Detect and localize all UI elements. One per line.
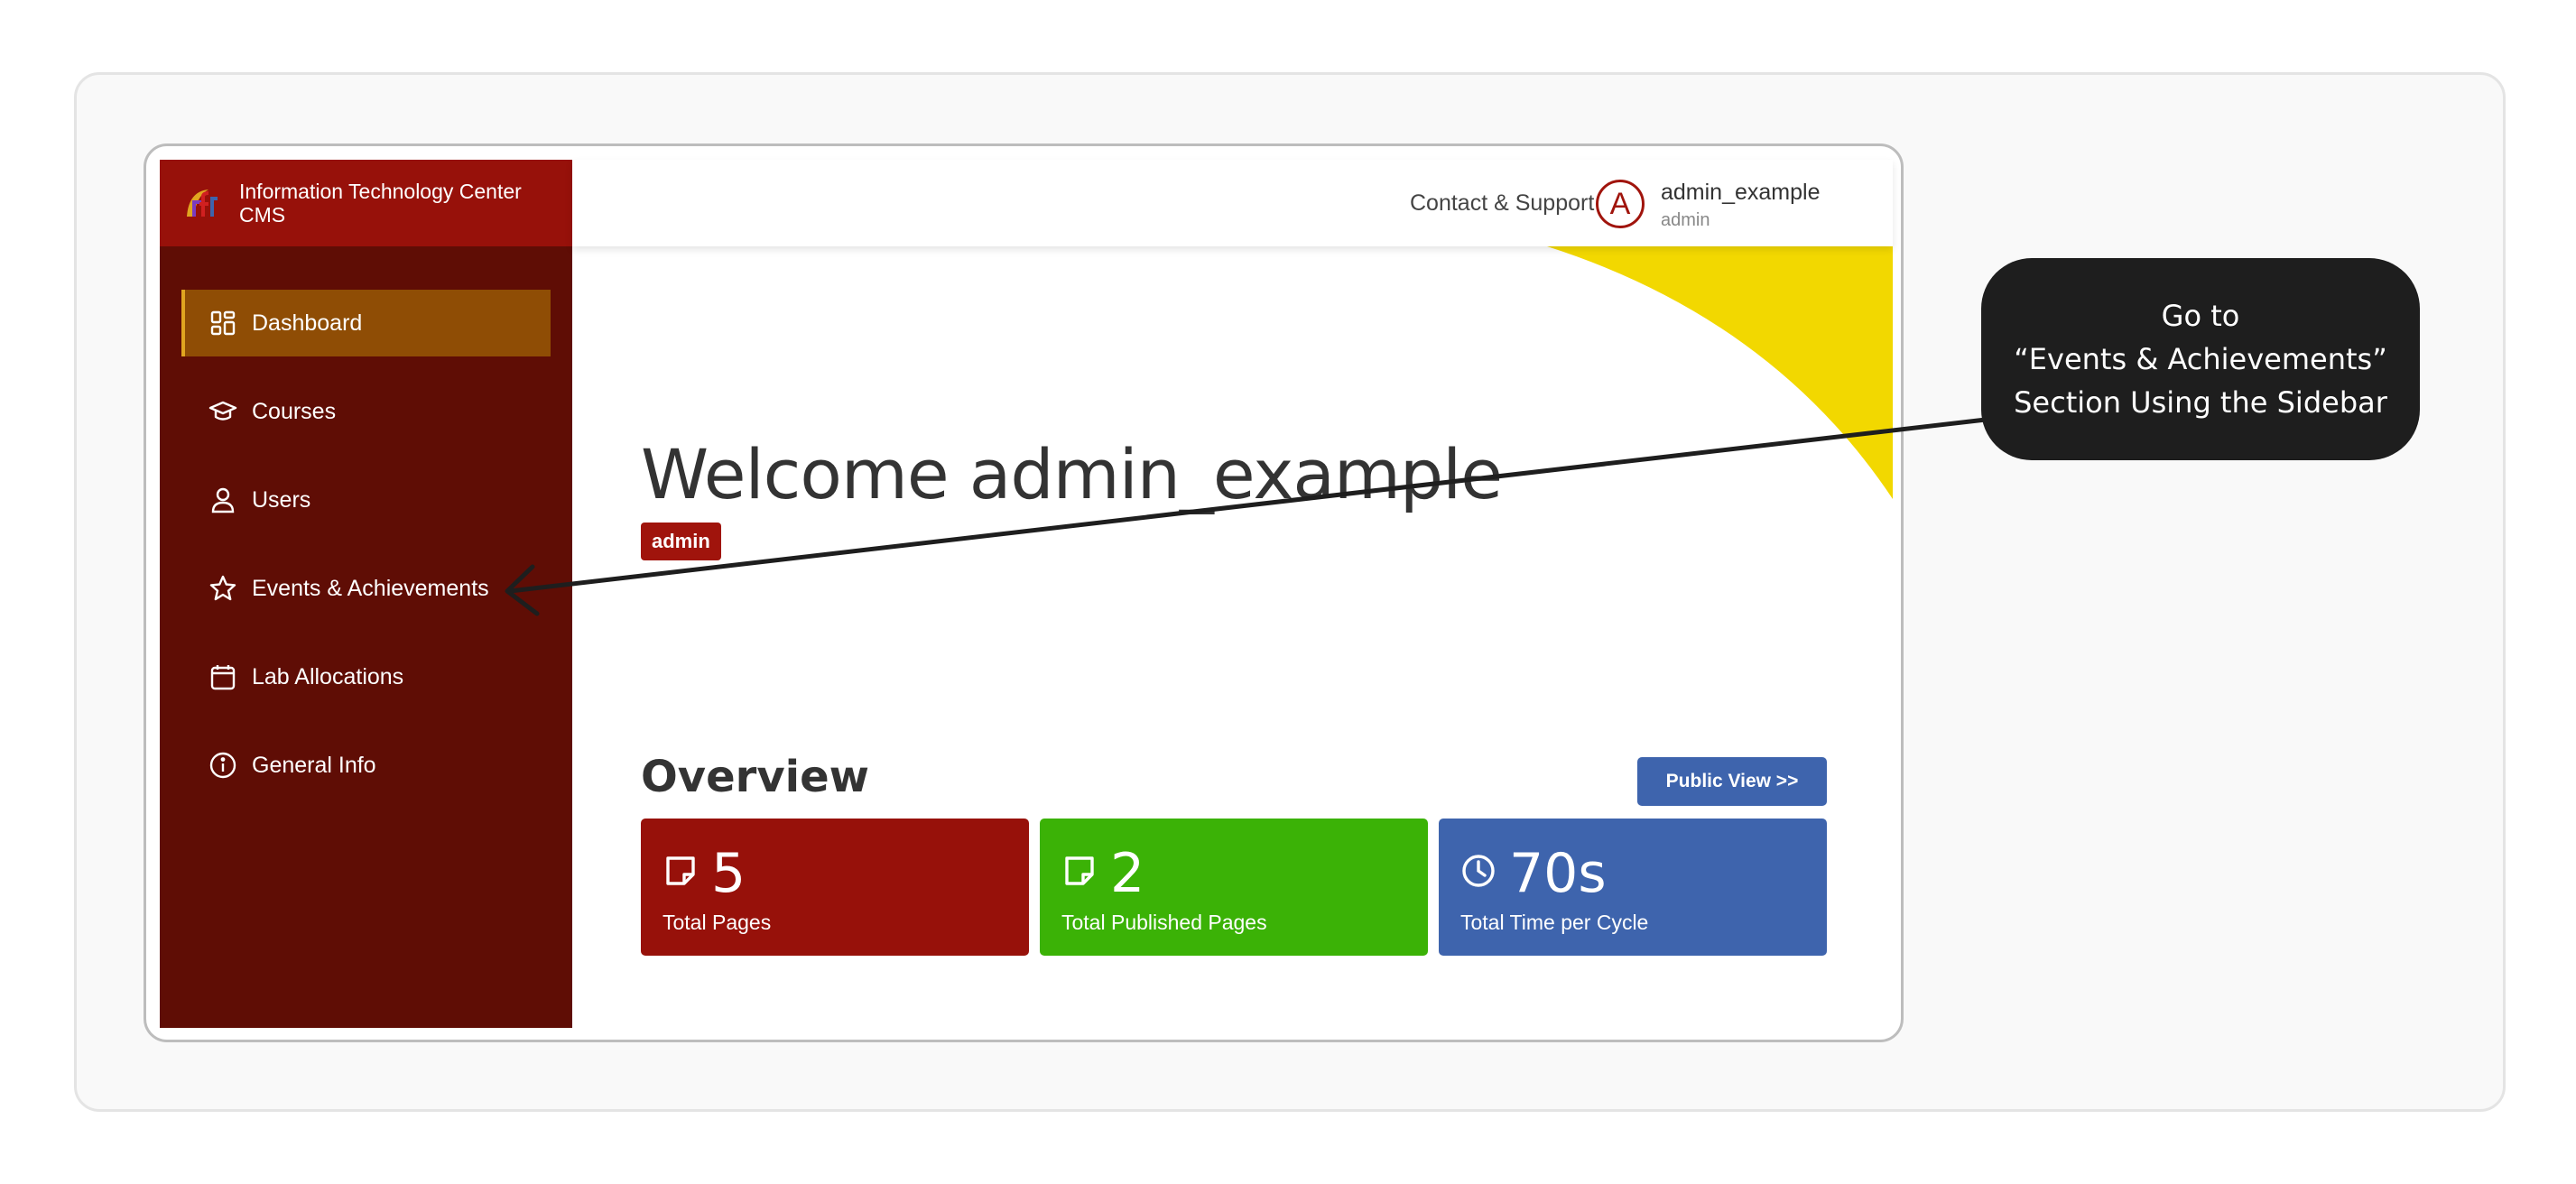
- avatar[interactable]: A: [1596, 180, 1645, 228]
- instruction-callout: Go to “Events & Achievements” Section Us…: [1981, 258, 2420, 460]
- sidebar-item-label: Users: [252, 486, 311, 513]
- sidebar-item-dashboard[interactable]: Dashboard: [181, 290, 551, 356]
- star-icon: [208, 574, 237, 603]
- brand-name: Information Technology Center CMS: [239, 180, 522, 227]
- clock-icon: [1460, 853, 1496, 889]
- user-role: admin: [1661, 210, 1710, 230]
- sidebar-item-label: Events & Achievements: [252, 575, 489, 601]
- dashboard-main: Welcome admin_example admin Overview Pub…: [572, 246, 1893, 1028]
- sidebar-item-label: Lab Allocations: [252, 663, 404, 689]
- stat-value: 70s: [1509, 842, 1607, 905]
- stat-card-total-pages: 5 Total Pages: [641, 819, 1029, 956]
- sidebar-item-lab-allocations[interactable]: Lab Allocations: [181, 643, 551, 710]
- stat-value: 2: [1110, 842, 1145, 905]
- sidebar-item-users[interactable]: Users: [181, 467, 551, 533]
- note-icon: [1061, 853, 1098, 889]
- sidebar-item-label: Courses: [252, 398, 337, 424]
- app-window: Information Technology Center CMS Dashbo…: [144, 143, 1904, 1042]
- info-circle-icon: [208, 751, 237, 780]
- overview-title: Overview: [641, 752, 869, 802]
- role-badge: admin: [641, 523, 721, 560]
- sidebar: Information Technology Center CMS Dashbo…: [160, 160, 572, 1028]
- sidebar-nav: Dashboard Courses Users Events & Achieve…: [160, 246, 572, 799]
- dashboard-grid-icon: [208, 309, 237, 338]
- sidebar-item-events-achievements[interactable]: Events & Achievements: [181, 555, 551, 622]
- user-name[interactable]: admin_example: [1661, 180, 1821, 206]
- public-view-button[interactable]: Public View >>: [1637, 757, 1827, 806]
- welcome-heading: Welcome admin_example: [641, 434, 1503, 514]
- stat-card-published-pages: 2 Total Published Pages: [1040, 819, 1428, 956]
- stat-label: Total Published Pages: [1061, 911, 1267, 934]
- top-header: Contact & Support A admin_example admin: [572, 160, 1893, 246]
- sidebar-item-general-info[interactable]: General Info: [181, 732, 551, 799]
- stat-label: Total Time per Cycle: [1460, 911, 1649, 934]
- user-icon: [208, 486, 237, 514]
- stat-value: 5: [711, 842, 746, 905]
- note-icon: [663, 853, 699, 889]
- graduation-cap-icon: [208, 397, 237, 426]
- sidebar-item-label: Dashboard: [252, 310, 363, 336]
- stat-card-time-per-cycle: 70s Total Time per Cycle: [1439, 819, 1827, 956]
- callout-line: “Events & Achievements”: [2014, 342, 2387, 376]
- brand-header[interactable]: Information Technology Center CMS: [160, 160, 572, 246]
- sidebar-item-label: General Info: [252, 752, 376, 778]
- stat-label: Total Pages: [663, 911, 772, 934]
- sidebar-item-courses[interactable]: Courses: [181, 378, 551, 445]
- decorative-yellow-shape: [1547, 246, 1893, 499]
- itc-logo-icon: [187, 190, 218, 217]
- contact-support-link[interactable]: Contact & Support: [1410, 190, 1594, 217]
- callout-line: Section Using the Sidebar: [2014, 385, 2387, 420]
- calendar-icon: [208, 662, 237, 691]
- callout-line: Go to: [2161, 299, 2240, 333]
